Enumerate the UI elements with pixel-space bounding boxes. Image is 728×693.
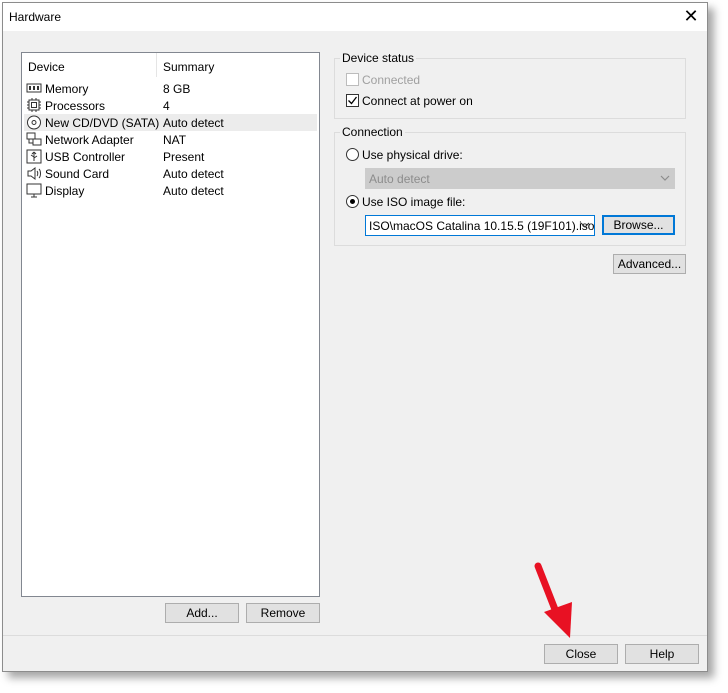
use-iso-image-radio[interactable] xyxy=(346,195,359,208)
advanced-button[interactable]: Advanced... xyxy=(613,254,686,274)
use-physical-drive-radio[interactable] xyxy=(346,148,359,161)
remove-button[interactable]: Remove xyxy=(246,603,320,623)
device-name: USB Controller xyxy=(45,150,126,164)
column-header-device[interactable]: Device xyxy=(28,60,65,74)
network-icon xyxy=(26,132,42,146)
help-button[interactable]: Help xyxy=(625,644,699,664)
processor-icon xyxy=(27,98,41,112)
window-title: Hardware xyxy=(9,10,62,24)
iso-path-value: ISO\macOS Catalina 10.15.5 (19F101).iso xyxy=(369,219,595,233)
device-summary: Present xyxy=(163,150,205,164)
monitor-icon xyxy=(26,183,42,198)
physical-drive-select: Auto detect xyxy=(365,168,675,189)
physical-drive-value: Auto detect xyxy=(369,172,430,186)
device-row-network-adapter[interactable]: Network Adapter NAT xyxy=(24,131,317,148)
device-list[interactable]: Device Summary Memory 8 GB Processors 4 xyxy=(21,52,320,597)
device-row-cd-dvd[interactable]: New CD/DVD (SATA) Auto detect xyxy=(24,114,317,131)
connection-group: Connection Use physical drive: Auto dete… xyxy=(334,125,686,246)
cd-dvd-icon xyxy=(27,115,41,130)
browse-button[interactable]: Browse... xyxy=(602,215,675,235)
device-name: Display xyxy=(45,184,85,198)
chevron-down-icon[interactable] xyxy=(580,220,590,230)
list-header: Device Summary xyxy=(22,53,319,77)
device-status-label: Device status xyxy=(340,51,417,65)
memory-icon xyxy=(26,83,42,93)
close-window-icon[interactable]: ✕ xyxy=(681,6,701,26)
hardware-dialog: Hardware ✕ Device Summary Memory 8 GB Pr… xyxy=(2,2,708,672)
device-row-processors[interactable]: Processors 4 xyxy=(24,97,317,114)
device-row-display[interactable]: Display Auto detect xyxy=(24,182,317,199)
device-row-sound-card[interactable]: Sound Card Auto detect xyxy=(24,165,317,182)
footer-divider xyxy=(3,635,707,636)
radio-dot xyxy=(350,199,355,204)
device-summary: 4 xyxy=(163,99,170,113)
device-summary: 8 GB xyxy=(163,82,191,96)
device-name: New CD/DVD (SATA) xyxy=(45,116,160,130)
chevron-down-icon xyxy=(660,175,670,181)
use-iso-image-label: Use ISO image file: xyxy=(362,195,466,209)
connection-label: Connection xyxy=(340,125,405,139)
connect-at-power-on-label: Connect at power on xyxy=(362,94,473,108)
connected-checkbox[interactable] xyxy=(346,73,359,86)
use-physical-drive-label: Use physical drive: xyxy=(362,148,463,162)
column-separator[interactable] xyxy=(156,53,157,77)
device-name: Network Adapter xyxy=(45,133,134,147)
checkmark-icon xyxy=(348,96,358,105)
speaker-icon xyxy=(27,167,41,180)
device-status-group: Device status Connected Connect at power… xyxy=(334,51,686,119)
device-name: Processors xyxy=(45,99,106,113)
title-bar: Hardware ✕ xyxy=(3,3,707,31)
device-name: Memory xyxy=(45,82,89,96)
device-row-usb-controller[interactable]: USB Controller Present xyxy=(24,148,317,165)
device-row-memory[interactable]: Memory 8 GB xyxy=(24,80,317,97)
iso-path-combobox[interactable]: ISO\macOS Catalina 10.15.5 (19F101).iso xyxy=(365,215,595,236)
connected-label: Connected xyxy=(362,73,421,87)
add-button[interactable]: Add... xyxy=(165,603,239,623)
device-summary: Auto detect xyxy=(163,184,224,198)
connect-at-power-on-checkbox[interactable] xyxy=(346,94,359,107)
device-summary: Auto detect xyxy=(163,116,224,130)
column-header-summary[interactable]: Summary xyxy=(163,60,214,74)
device-name: Sound Card xyxy=(45,167,110,181)
device-summary: NAT xyxy=(163,133,187,147)
device-summary: Auto detect xyxy=(163,167,224,181)
close-button[interactable]: Close xyxy=(544,644,618,664)
usb-icon xyxy=(26,149,42,164)
